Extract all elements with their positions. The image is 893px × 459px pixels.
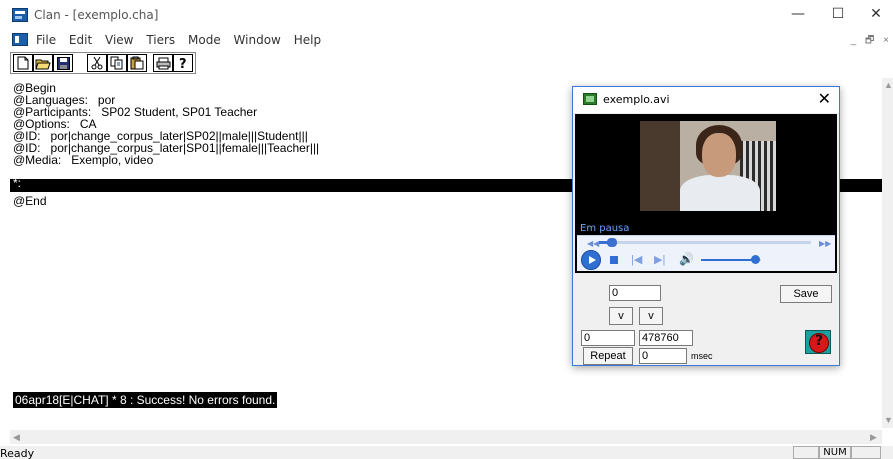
time-position-input[interactable]: 0 — [609, 285, 661, 301]
start-down-button[interactable]: v — [609, 307, 633, 325]
scroll-down-icon[interactable]: ▼ — [884, 415, 893, 425]
open-icon[interactable] — [33, 54, 53, 72]
video-player: Em pausa ◀◀ ▶▶ |◀ ▶| 🔊 — [575, 114, 837, 273]
repeat-button[interactable]: Repeat — [583, 347, 633, 365]
save-button[interactable]: Save — [780, 285, 832, 303]
mdi-close-button[interactable]: × — [883, 35, 889, 46]
window-title: Clan - [exemplo.cha] — [34, 8, 159, 22]
vertical-scrollbar[interactable]: ▲ ▼ — [882, 78, 893, 428]
mdi-minimize-button[interactable]: _ — [851, 35, 857, 46]
media-window-title-bar[interactable]: exemplo.avi ✕ — [573, 87, 839, 113]
volume-slider[interactable] — [701, 255, 761, 264]
menu-window[interactable]: Window — [234, 33, 281, 47]
media-player-window: exemplo.avi ✕ Em pausa ◀◀ ▶▶ |◀ ▶| 🔊 0 S… — [572, 86, 840, 366]
toolbar: ? — [10, 52, 196, 74]
help-icon[interactable]: ? — [173, 54, 193, 72]
new-icon[interactable] — [13, 54, 33, 72]
check-result-message: 06apr18[E|CHAT] * 8 : Success! No errors… — [13, 392, 278, 408]
scroll-left-icon[interactable]: ◀ — [13, 432, 20, 443]
player-controls: ◀◀ ▶▶ |◀ ▶| 🔊 — [577, 235, 835, 271]
seek-thumb[interactable] — [606, 238, 617, 247]
header-line-end: @End — [13, 194, 47, 208]
media-close-button[interactable]: ✕ — [818, 89, 831, 109]
clan-app-icon — [12, 8, 28, 22]
save-icon[interactable] — [53, 54, 73, 72]
paste-icon[interactable] — [127, 54, 147, 72]
menu-bar: File Edit View Tiers Mode Window Help _ … — [0, 30, 893, 50]
close-button[interactable]: ✕ — [856, 2, 893, 28]
volume-icon[interactable]: 🔊 — [679, 252, 694, 266]
play-button[interactable] — [581, 250, 601, 270]
next-icon[interactable]: ▶| — [654, 253, 665, 266]
menu-edit[interactable]: Edit — [69, 33, 92, 47]
previous-icon[interactable]: |◀ — [631, 253, 642, 266]
msec-label: msec — [691, 351, 713, 361]
video-frame[interactable] — [640, 121, 776, 211]
media-window-title: exemplo.avi — [603, 93, 670, 106]
help-question-icon[interactable]: ? — [805, 330, 831, 354]
num-lock-indicator: NUM — [819, 446, 851, 459]
copy-icon[interactable] — [107, 54, 127, 72]
statusbar-panel-blank — [793, 446, 819, 459]
minimize-button[interactable]: — — [778, 2, 818, 28]
document-icon[interactable] — [12, 33, 28, 46]
menu-mode[interactable]: Mode — [188, 33, 221, 47]
end-down-button[interactable]: v — [639, 307, 663, 325]
segment-start-input[interactable]: 0 — [581, 330, 635, 346]
menu-file[interactable]: File — [36, 33, 56, 47]
cut-icon[interactable] — [87, 54, 107, 72]
mdi-restore-button[interactable]: 🗗 — [865, 35, 874, 46]
header-line-media: @Media: Exemplo, video — [13, 153, 154, 167]
video-file-icon — [583, 93, 597, 105]
seek-bar[interactable] — [599, 238, 811, 247]
ready-status: Ready — [0, 447, 35, 459]
stop-button[interactable] — [610, 256, 618, 264]
horizontal-scrollbar[interactable]: ◀ ▶ — [10, 430, 882, 444]
rewind-icon[interactable]: ◀◀ — [587, 239, 599, 248]
menu-tiers[interactable]: Tiers — [146, 33, 175, 47]
volume-thumb[interactable] — [751, 255, 760, 264]
print-icon[interactable] — [153, 54, 173, 72]
repeat-msec-input[interactable]: 0 — [639, 348, 687, 364]
menu-view[interactable]: View — [105, 33, 133, 47]
status-bar: Ready NUM — [0, 446, 893, 459]
maximize-button[interactable]: ☐ — [818, 2, 858, 28]
fast-forward-icon[interactable]: ▶▶ — [819, 239, 831, 248]
title-bar: Clan - [exemplo.cha] — ☐ ✕ — [0, 0, 893, 30]
playback-status: Em pausa — [580, 223, 630, 234]
current-line-text: *: — [13, 176, 22, 190]
scroll-up-icon[interactable]: ▲ — [884, 80, 893, 90]
svg-text:?: ? — [179, 57, 187, 70]
statusbar-panel-blank-2 — [851, 446, 881, 459]
menu-help[interactable]: Help — [294, 33, 321, 47]
segment-end-input[interactable]: 478760 — [639, 330, 693, 346]
scroll-right-icon[interactable]: ▶ — [870, 432, 877, 443]
